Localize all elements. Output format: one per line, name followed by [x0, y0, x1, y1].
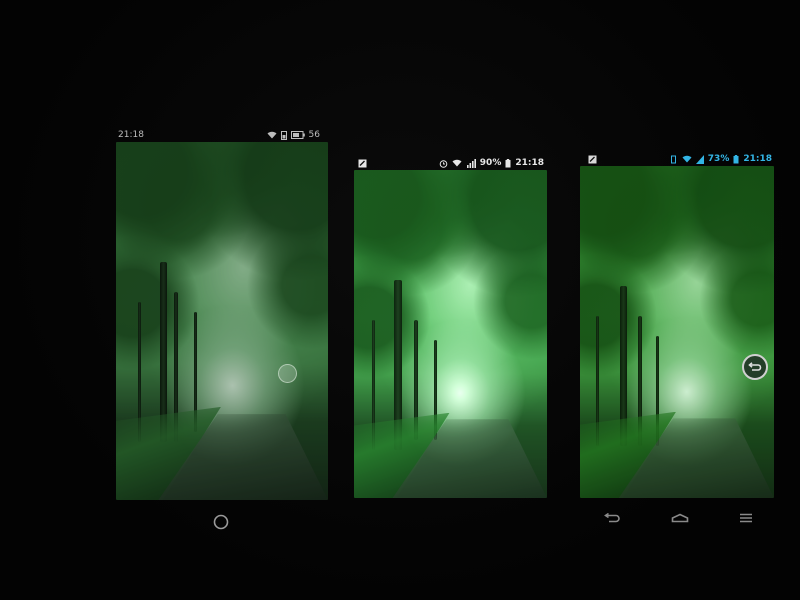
home-screen[interactable] — [116, 142, 328, 500]
notification-icon — [358, 159, 367, 168]
battery-icon — [290, 131, 305, 139]
wifi-icon — [452, 159, 462, 167]
status-bar: 90% 21:18 — [354, 156, 548, 170]
status-time: 21:18 — [515, 158, 544, 168]
status-bar: 21:18 56 — [114, 128, 324, 142]
home-screen[interactable] — [354, 170, 547, 498]
forest-wallpaper — [580, 166, 774, 498]
battery-icon — [505, 158, 511, 168]
alarm-icon — [439, 159, 448, 168]
back-icon[interactable] — [603, 513, 621, 523]
battery-level: 73% — [707, 154, 730, 164]
menu-icon[interactable] — [739, 513, 753, 523]
home-screen[interactable] — [580, 166, 774, 498]
phone-right: 73% 21:18 — [578, 152, 778, 532]
back-float-icon[interactable] — [742, 354, 768, 380]
status-bar: 73% 21:18 — [584, 152, 776, 166]
navigation-bar — [112, 510, 330, 534]
wifi-icon — [682, 155, 692, 163]
phone-middle: 90% 21:18 — [350, 156, 550, 506]
battery-level: 56 — [308, 130, 320, 140]
forest-wallpaper — [116, 142, 328, 500]
forest-wallpaper — [354, 170, 547, 498]
phone-left: 21:18 56 — [112, 128, 330, 548]
home-circle-icon[interactable] — [213, 514, 229, 530]
notification-icon — [588, 155, 597, 164]
signal-icon — [466, 158, 476, 168]
assistive-touch-icon[interactable] — [278, 364, 297, 383]
signal-icon — [695, 154, 704, 164]
vibrate-icon — [669, 155, 678, 164]
navigation-bar — [578, 508, 778, 528]
photo-scene: 21:18 56 90% 21:18 73% 21:18 — [0, 0, 800, 600]
status-time: 21:18 — [743, 154, 772, 164]
sim-icon — [280, 130, 287, 140]
status-time: 21:18 — [118, 130, 144, 140]
home-icon[interactable] — [671, 513, 689, 523]
battery-level: 90% — [479, 158, 502, 168]
battery-icon — [733, 154, 739, 164]
wifi-icon — [267, 131, 277, 139]
